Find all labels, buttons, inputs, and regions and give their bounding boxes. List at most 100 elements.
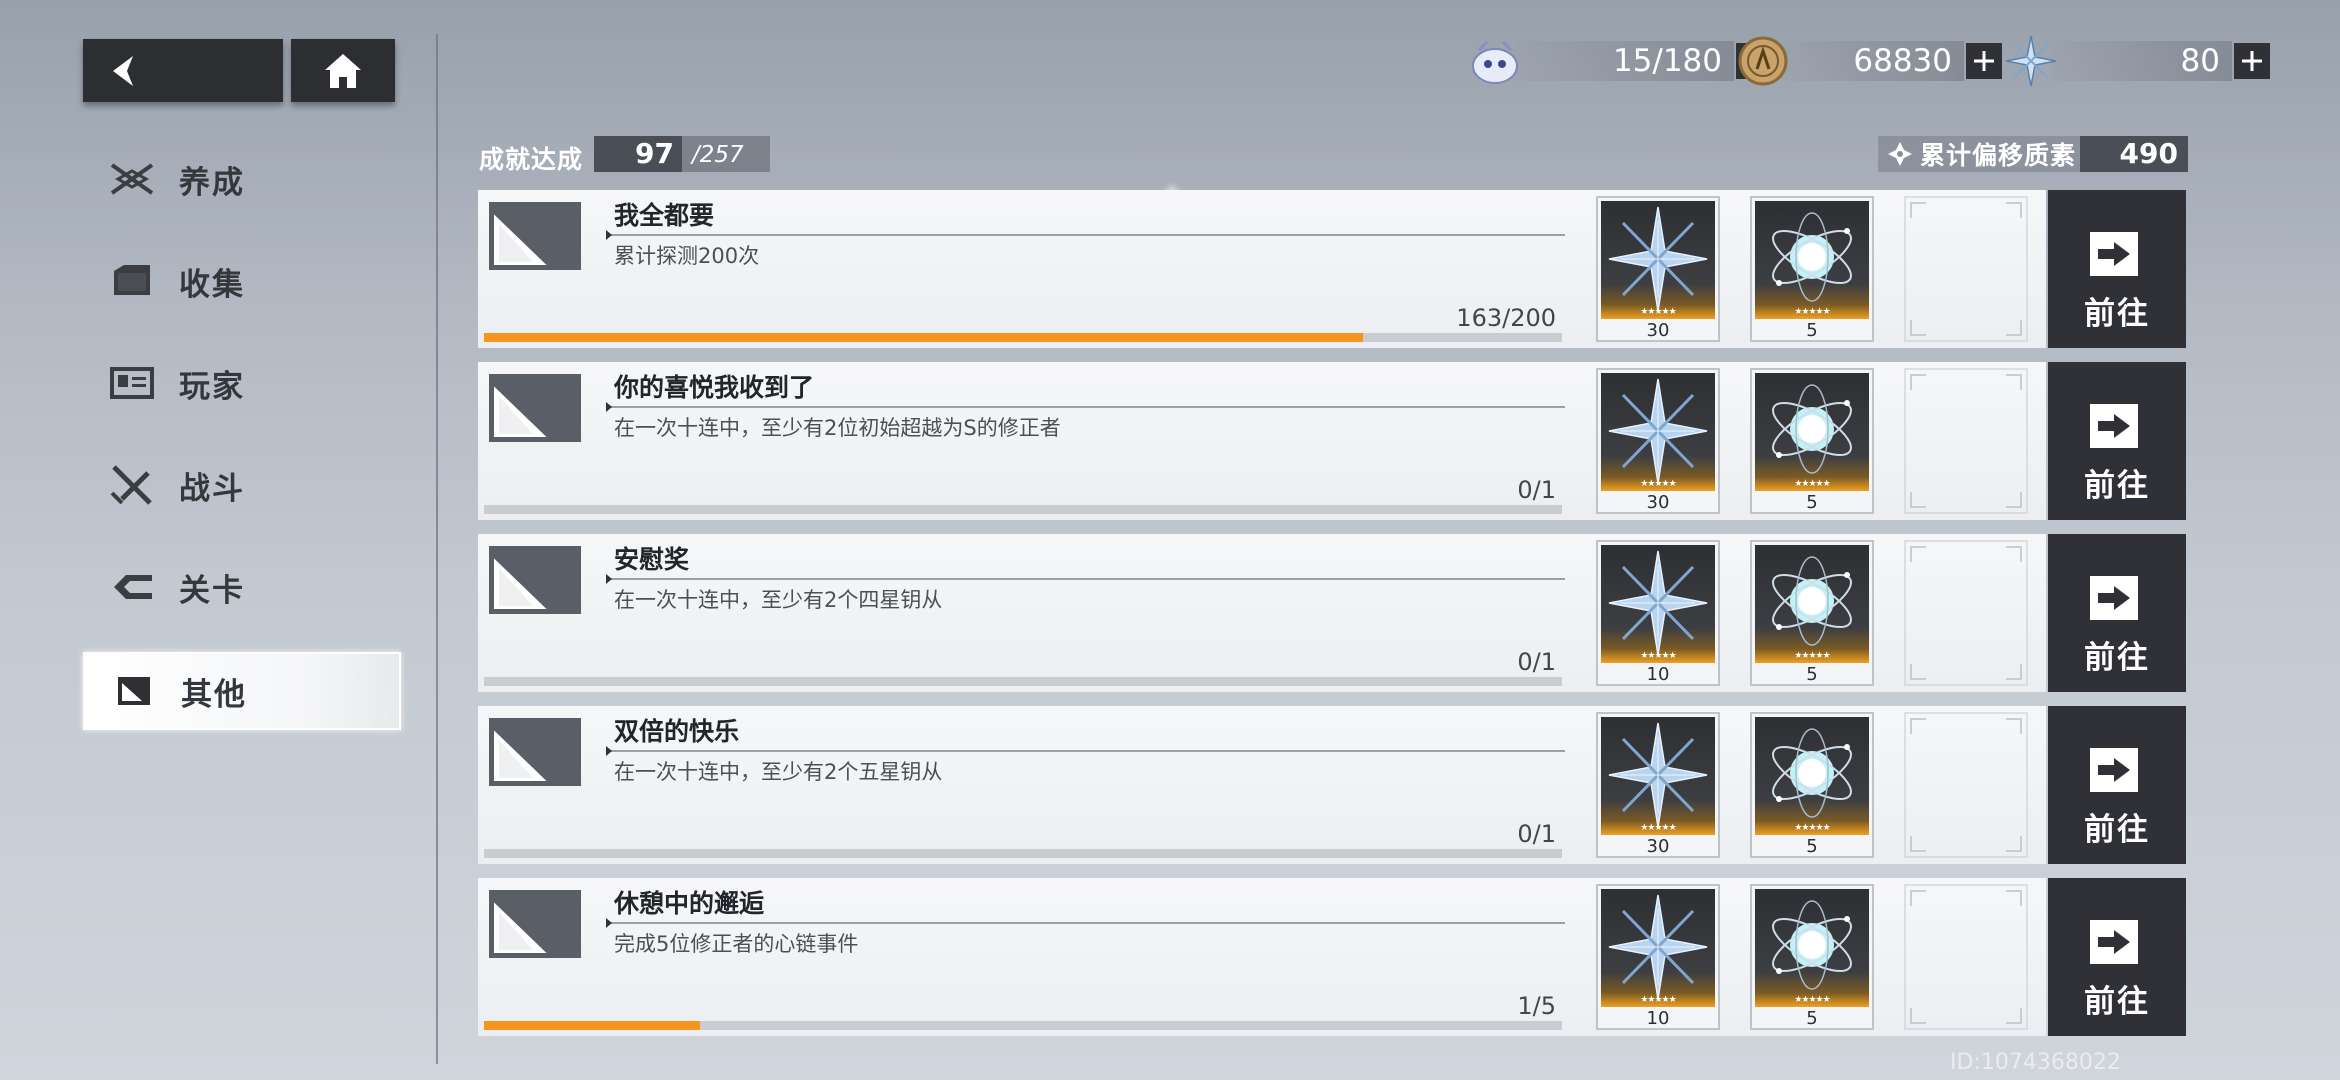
title-underline — [606, 230, 1565, 240]
sidebar-item-other[interactable]: 其他 — [83, 652, 401, 730]
rarity-stars: ★★★★★ — [1640, 479, 1676, 489]
crystal-reward-icon: ★★★★★ — [1601, 717, 1715, 835]
player-icon — [107, 361, 157, 405]
home-button[interactable] — [291, 39, 395, 102]
battle-icon — [107, 463, 157, 507]
achievement-title: 我全都要 — [614, 201, 715, 230]
achievement-card: 休憩中的邂逅 完成5位修正者的心链事件 1/5 ★★★★★ 10 ★★★★★ 5 — [478, 878, 2046, 1036]
achievement-progress-bar — [484, 1021, 1562, 1030]
achievement-row: 你的喜悦我收到了 在一次十连中，至少有2位初始超越为S的修正者 0/1 ★★★★★ 30… — [478, 362, 2186, 520]
reward-count: 30 — [1646, 492, 1670, 513]
sidebar-item-battle[interactable]: 战斗 — [83, 448, 397, 522]
sidebar-item-stage[interactable]: 关卡 — [83, 550, 397, 624]
achievement-row: 双倍的快乐 在一次十连中，至少有2个五星钥从 0/1 ★★★★★ 30 ★★★★★ 5 前往 — [478, 706, 2186, 864]
achievement-progress-text: 0/1 — [1517, 476, 1556, 504]
rarity-stars: ★★★★★ — [1640, 651, 1676, 661]
cultivate-icon — [107, 157, 157, 201]
offset-essence-icon — [1886, 140, 1914, 168]
sidebar-item-label: 其他 — [181, 676, 247, 713]
achievement-thumbnail-icon — [489, 546, 581, 614]
sidebar-item-label: 玩家 — [179, 368, 245, 405]
goto-button[interactable]: 前往 — [2048, 362, 2186, 520]
reward-count: 30 — [1646, 320, 1670, 341]
achievement-thumbnail-icon — [489, 890, 581, 958]
coin-counter: 68830 — [1736, 36, 2002, 86]
achievement-description: 在一次十连中，至少有2个五星钥从 — [614, 760, 943, 784]
goto-label: 前往 — [2084, 984, 2150, 1020]
title-underline — [606, 402, 1565, 412]
sidebar-item-player[interactable]: 玩家 — [83, 346, 397, 420]
divider-line — [436, 34, 438, 1064]
reward-slot[interactable]: ★★★★★ 30 — [1596, 368, 1720, 514]
offset-essence-value: 490 — [2080, 136, 2188, 172]
crystal-reward-icon: ★★★★★ — [1601, 201, 1715, 319]
achievement-row: 休憩中的邂逅 完成5位修正者的心链事件 1/5 ★★★★★ 10 ★★★★★ 5 前往 — [478, 878, 2186, 1036]
reward-slot[interactable]: ★★★★★ 5 — [1750, 368, 1874, 514]
back-arrow-icon — [107, 54, 137, 88]
reward-slot[interactable]: ★★★★★ 5 — [1750, 712, 1874, 858]
right-arrow-icon — [2090, 576, 2138, 620]
goto-label: 前往 — [2084, 296, 2150, 332]
orb-reward-icon: ★★★★★ — [1755, 717, 1869, 835]
collection-icon — [107, 259, 157, 303]
achievement-thumbnail-icon — [489, 374, 581, 442]
achievement-card: 安慰奖在一次十连中，至少有2个四星钥从 0/1 ★★★★★ 10 ★★★★★ 5 — [478, 534, 2046, 692]
achievement-title: 安慰奖 — [614, 545, 690, 574]
achievement-description: 累计探测200次 — [614, 244, 760, 268]
reward-slot[interactable]: ★★★★★ 10 — [1596, 540, 1720, 686]
achievement-title: 双倍的快乐 — [614, 717, 740, 746]
reward-slot[interactable]: ★★★★★ 10 — [1596, 884, 1720, 1030]
other-icon — [109, 669, 159, 713]
stamina-icon — [1468, 34, 1522, 88]
title-underline — [606, 918, 1565, 928]
achievement-progress-text: 163/200 — [1456, 304, 1556, 332]
achievement-label: 成就达成 — [479, 145, 584, 174]
goto-button[interactable]: 前往 — [2048, 190, 2186, 348]
achievement-progress-text: 0/1 — [1517, 648, 1556, 676]
sidebar-item-cultivate[interactable]: 养成 — [83, 142, 397, 216]
achievement-description: 在一次十连中，至少有2个四星钥从 — [614, 588, 943, 612]
crystal-icon — [2004, 34, 2058, 88]
achievement-title: 休憩中的邂逅 — [614, 889, 765, 918]
add-crystal-button[interactable] — [2234, 43, 2270, 79]
achievement-progress-bar — [484, 677, 1562, 686]
orb-reward-icon: ★★★★★ — [1755, 201, 1869, 319]
reward-slot[interactable]: ★★★★★ 5 — [1750, 884, 1874, 1030]
progress-fill — [484, 333, 1363, 342]
crystal-reward-icon: ★★★★★ — [1601, 373, 1715, 491]
empty-reward-slot — [1904, 196, 2028, 342]
sidebar-item-collection[interactable]: 收集 — [83, 244, 397, 318]
achievement-card: 双倍的快乐 在一次十连中，至少有2个五星钥从 0/1 ★★★★★ 30 ★★★★★ 5 — [478, 706, 2046, 864]
crystal-reward-icon: ★★★★★ — [1601, 545, 1715, 663]
achievement-current: 97 — [594, 136, 682, 172]
offset-essence-label: 累计偏移质素 — [1920, 141, 2077, 170]
rarity-stars: ★★★★★ — [1794, 307, 1830, 317]
rarity-stars: ★★★★★ — [1640, 307, 1676, 317]
reward-count: 10 — [1646, 1008, 1670, 1029]
empty-reward-slot — [1904, 540, 2028, 686]
reward-slot[interactable]: ★★★★★ 30 — [1596, 712, 1720, 858]
goto-button[interactable]: 前往 — [2048, 878, 2186, 1036]
sidebar-item-label: 战斗 — [179, 470, 245, 507]
orb-reward-icon: ★★★★★ — [1755, 889, 1869, 1007]
reward-count: 5 — [1806, 836, 1818, 857]
achievement-progress-bar — [484, 849, 1562, 858]
right-arrow-icon — [2090, 232, 2138, 276]
add-coin-button[interactable] — [1966, 43, 2002, 79]
achievement-row: 我全都要累计探测200次 163/200 ★★★★★ 30 ★★★★★ 5 前往 — [478, 190, 2186, 348]
achievement-progress-text: 1/5 — [1517, 992, 1556, 1020]
rarity-stars: ★★★★★ — [1640, 823, 1676, 833]
goto-label: 前往 — [2084, 468, 2150, 504]
achievement-card: 你的喜悦我收到了 在一次十连中，至少有2位初始超越为S的修正者 0/1 ★★★★★ 30… — [478, 362, 2046, 520]
empty-reward-slot — [1904, 368, 2028, 514]
goto-button[interactable]: 前往 — [2048, 534, 2186, 692]
achievement-total: /257 — [692, 142, 744, 168]
reward-slot[interactable]: ★★★★★ 30 — [1596, 196, 1720, 342]
rarity-stars: ★★★★★ — [1794, 479, 1830, 489]
back-button[interactable] — [83, 39, 283, 102]
goto-button[interactable]: 前往 — [2048, 706, 2186, 864]
reward-count: 5 — [1806, 492, 1818, 513]
reward-slot[interactable]: ★★★★★ 5 — [1750, 540, 1874, 686]
sidebar-item-label: 收集 — [179, 266, 245, 303]
reward-slot[interactable]: ★★★★★ 5 — [1750, 196, 1874, 342]
